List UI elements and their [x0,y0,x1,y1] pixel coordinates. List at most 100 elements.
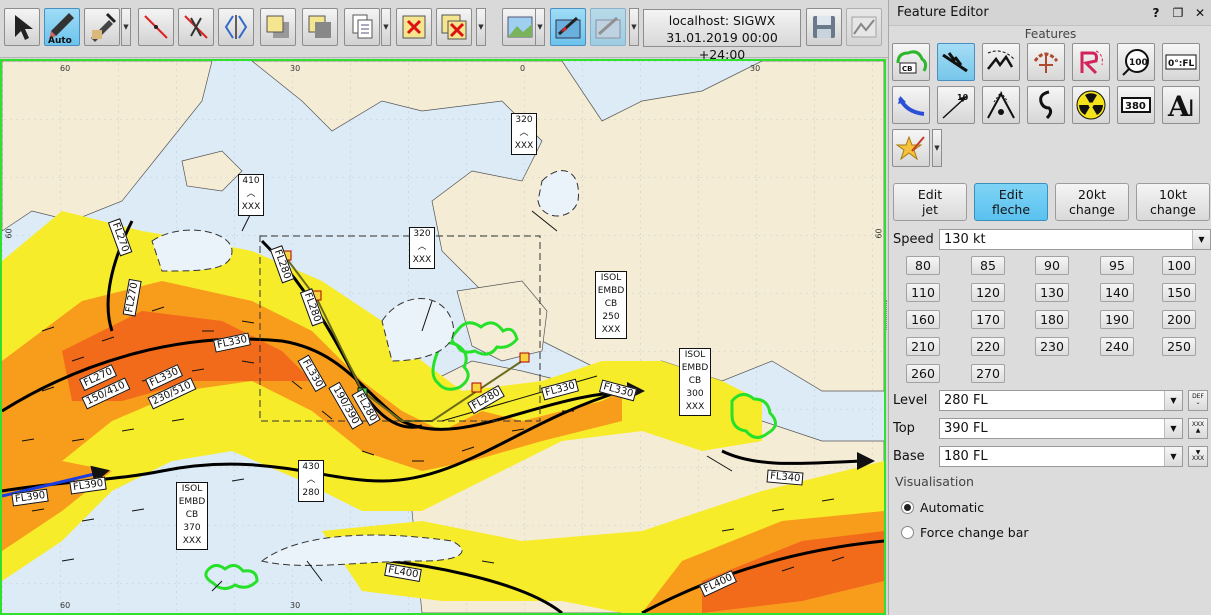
speed-preset-button[interactable]: 180 [1035,310,1069,329]
speed-preset-button[interactable]: 160 [906,310,940,329]
feature-volcano-button[interactable] [1072,43,1110,81]
speed-preset-button[interactable]: 140 [1100,283,1134,302]
delete-button[interactable] [396,8,432,46]
speed-preset-button[interactable]: 270 [971,364,1005,383]
tropopause-box-320-west[interactable]: 320 ︿ XXX [409,227,435,269]
feature-level-box-button[interactable]: 380 [1117,86,1155,124]
tab-20kt-line2: change [1068,202,1115,217]
base-set-button[interactable]: ▼ XXX [1188,445,1208,467]
copy-dropdown[interactable]: ▼ [381,8,391,46]
tab-edit-jet[interactable]: Edit jet [893,183,967,221]
feature-jet-arrow-button[interactable]: 10 [937,86,975,124]
panel-title: Feature Editor [897,5,989,20]
float-button[interactable]: ❐ [1167,6,1189,20]
tropopause-box-410[interactable]: 410 ︿ XXX [238,174,264,216]
box410-top: 410 [242,176,260,186]
delete-multi-button[interactable] [436,8,472,46]
cb3-line5: XXX [182,536,202,546]
copy-button[interactable] [344,8,380,46]
base-select[interactable]: 180 FL ▼ [939,445,1183,467]
split-button[interactable] [218,8,254,46]
background-dropdown[interactable]: ▼ [535,8,545,46]
edit-tool-dropdown[interactable]: ▼ [121,8,131,46]
cb-label-300[interactable]: ISOL EMBD CB 300 XXX [679,348,711,416]
speed-preset-button[interactable]: 240 [1100,337,1134,356]
top-row: Top 390 FL ▼ XXX ▲ [893,417,1208,439]
feature-tropopause-button[interactable]: 100 [1117,43,1155,81]
cb3-line4: 370 [183,523,201,533]
feature-text-button[interactable]: AI [1162,86,1200,124]
cb-label-370[interactable]: ISOL EMBD CB 370 XXX [176,482,208,550]
speed-preset-button[interactable]: 150 [1162,283,1196,302]
cursor-icon [15,15,33,40]
tab-10kt-change[interactable]: 10kt change [1136,183,1210,221]
speed-preset-button[interactable]: 80 [906,256,940,275]
top-set-button[interactable]: XXX ▲ [1188,417,1208,439]
edit-tool-button[interactable] [84,8,120,46]
delete-x-icon [402,15,426,39]
radio-force-change-bar[interactable]: Force change bar [901,523,1029,541]
speed-preset-button[interactable]: 200 [1162,310,1196,329]
feature-radiation-button[interactable] [1072,86,1110,124]
draw-line-button[interactable] [138,8,174,46]
grid-dropdown[interactable]: ▼ [629,8,639,46]
speed-preset-button[interactable]: 250 [1162,337,1196,356]
speed-preset-button[interactable]: 230 [1035,337,1069,356]
cb-label-250[interactable]: ISOL EMBD CB 250 XXX [595,271,627,339]
speed-preset-button[interactable]: 90 [1035,256,1069,275]
speed-preset-button[interactable]: 130 [1035,283,1069,302]
speed-preset-button[interactable]: 110 [906,283,940,302]
feature-tropical-cyclone-button[interactable] [1027,86,1065,124]
background-map-button[interactable] [502,8,538,46]
feature-mountain-wave-button[interactable] [982,86,1020,124]
feature-front-button[interactable] [892,86,930,124]
level-select[interactable]: 280 FL ▼ [939,389,1183,411]
tropopause-box-430[interactable]: 430 ︿ 280 [298,460,324,502]
chart-preview-button[interactable] [846,8,882,46]
speed-preset-button[interactable]: 190 [1100,310,1134,329]
send-back-button[interactable] [302,8,338,46]
tropopause-circle-icon: 100 [1122,49,1149,76]
speed-preset-button[interactable]: 220 [971,337,1005,356]
close-button[interactable]: ✕ [1189,6,1211,20]
speed-preset-button[interactable]: 120 [971,283,1005,302]
feature-freezing-level-button[interactable]: 0°:FL [1162,43,1200,81]
level-value: 280 FL [944,392,988,408]
feature-icing-button[interactable] [1027,43,1065,81]
speed-preset-button[interactable]: 95 [1100,256,1134,275]
save-button[interactable] [806,8,842,46]
speed-preset-button[interactable]: 260 [906,364,940,383]
radio-force-label: Force change bar [920,524,1029,540]
tropopause-box-320-north[interactable]: 320 ︿ XXX [511,113,537,155]
cut-line-button[interactable] [178,8,214,46]
select-pointer-button[interactable] [4,8,40,46]
grid-edit-button[interactable] [590,8,626,46]
feature-jet-button[interactable] [937,43,975,81]
speed-preset-button[interactable]: 100 [1162,256,1196,275]
speed-preset-button[interactable]: 210 [906,337,940,356]
bring-front-button[interactable] [260,8,296,46]
speed-preset-button[interactable]: 170 [971,310,1005,329]
delete-dropdown[interactable]: ▼ [476,8,486,46]
symbol-edit-button[interactable] [550,8,586,46]
map-drawing[interactable] [2,61,884,613]
radio-automatic[interactable]: Automatic [901,498,984,516]
tab-edit-fleche[interactable]: Edit fleche [974,183,1048,221]
sigwx-map-canvas[interactable]: 60 30 0 30 60 30 60 60 410 ︿ XXX 320 ︿ X… [0,59,886,615]
volcano-ash-icon [1080,50,1103,75]
feature-turbulence-button[interactable] [982,43,1020,81]
tab-20kt-change[interactable]: 20kt change [1055,183,1129,221]
box410-caret: ︿ [246,189,256,199]
feature-symbol-button[interactable] [892,129,930,167]
speed-select[interactable]: 130 kt ▼ [939,228,1211,250]
coord-top-30w: 30 [290,64,301,73]
top-select[interactable]: 390 FL ▼ [939,417,1183,439]
auto-edit-button[interactable]: Auto [44,8,80,46]
star-wand-icon [895,135,925,161]
help-button[interactable]: ? [1145,6,1167,20]
feature-symbol-dropdown[interactable]: ▼ [932,129,942,167]
coord-top-60: 60 [60,64,71,73]
speed-preset-button[interactable]: 85 [971,256,1005,275]
feature-cb-button[interactable]: CB [892,43,930,81]
level-default-button[interactable]: DEF ⌄ [1188,389,1208,411]
